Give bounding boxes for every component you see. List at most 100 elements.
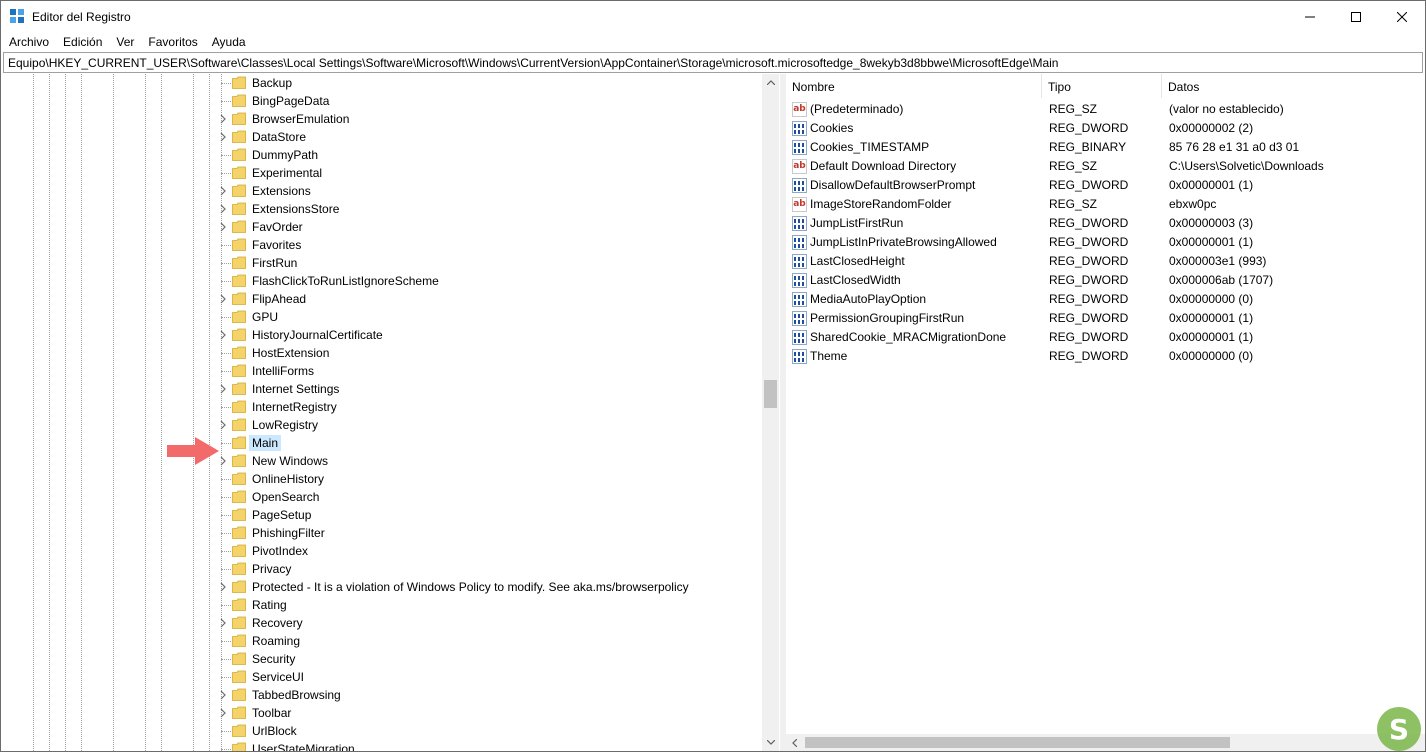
folder-icon (232, 508, 246, 521)
list-item[interactable]: Theme REG_DWORD 0x00000000 (0) (786, 347, 1425, 366)
tree-node[interactable]: ServiceUI (217, 668, 777, 686)
tree-node[interactable]: DummyPath (217, 146, 777, 164)
tree-node[interactable]: Toolbar (217, 704, 777, 722)
chevron-right-icon[interactable] (217, 383, 229, 395)
value-name: JumpListInPrivateBrowsingAllowed (810, 235, 997, 249)
tree-connector (221, 497, 231, 498)
chevron-right-icon[interactable] (217, 185, 229, 197)
chevron-right-icon[interactable] (217, 617, 229, 629)
tree-node[interactable]: HistoryJournalCertificate (217, 326, 777, 344)
folder-icon (232, 184, 246, 197)
list-item[interactable]: ab (Predeterminado) REG_SZ (valor no establ… (786, 100, 1425, 119)
menu-edicion[interactable]: Edición (56, 32, 109, 52)
list-item[interactable]: JumpListFirstRun REG_DWORD 0x00000003 (3) (786, 214, 1425, 233)
tree-node[interactable]: ExtensionsStore (217, 200, 777, 218)
tree-node[interactable]: TabbedBrowsing (217, 686, 777, 704)
chevron-right-icon[interactable] (217, 203, 229, 215)
tree-node[interactable]: UserStateMigration (217, 740, 777, 751)
tree-node[interactable]: DataStore (217, 128, 777, 146)
tree-node[interactable]: PageSetup (217, 506, 777, 524)
tree-node[interactable]: Privacy (217, 560, 777, 578)
list-item[interactable]: ab ImageStoreRandomFolder REG_SZ ebxw0pc (786, 195, 1425, 214)
tree-node[interactable]: Security (217, 650, 777, 668)
list-item[interactable]: Cookies_TIMESTAMP REG_BINARY 85 76 28 e1 3… (786, 138, 1425, 157)
tree-node[interactable]: Roaming (217, 632, 777, 650)
minimize-button[interactable] (1287, 1, 1333, 32)
tree-vertical-scrollbar[interactable] (762, 74, 779, 751)
list-horizontal-scrollbar[interactable] (786, 734, 1425, 751)
tree-node[interactable]: UrlBlock (217, 722, 777, 740)
close-button[interactable] (1379, 1, 1425, 32)
chevron-right-icon[interactable] (217, 707, 229, 719)
tree-node[interactable]: Experimental (217, 164, 777, 182)
tree-node[interactable]: Favorites (217, 236, 777, 254)
column-header-data[interactable]: Datos (1162, 74, 1425, 98)
tree-node[interactable]: HostExtension (217, 344, 777, 362)
tree-node[interactable]: InternetRegistry (217, 398, 777, 416)
menu-ver[interactable]: Ver (109, 32, 141, 52)
column-header-type[interactable]: Tipo (1042, 74, 1162, 98)
tree-guide-line (33, 74, 34, 751)
binary-value-icon (792, 254, 807, 269)
folder-icon (232, 94, 246, 107)
tree-node[interactable]: FlashClickToRunListIgnoreScheme (217, 272, 777, 290)
chevron-right-icon[interactable] (217, 329, 229, 341)
tree-node[interactable]: Backup (217, 74, 777, 92)
menu-favoritos[interactable]: Favoritos (141, 32, 204, 52)
value-data: 85 76 28 e1 31 a0 d3 01 (1169, 140, 1300, 154)
tree-node[interactable]: Recovery (217, 614, 777, 632)
column-header-name[interactable]: Nombre (786, 74, 1042, 98)
tree-node[interactable]: Extensions (217, 182, 777, 200)
scroll-thumb[interactable] (805, 737, 1230, 748)
tree-node[interactable]: FavOrder (217, 218, 777, 236)
tree-node[interactable]: FirstRun (217, 254, 777, 272)
tree-node[interactable]: PhishingFilter (217, 524, 777, 542)
list-item[interactable]: DisallowDefaultBrowserPrompt REG_DWORD 0x0… (786, 176, 1425, 195)
tree-node[interactable]: New Windows (217, 452, 777, 470)
tree-node[interactable]: BingPageData (217, 92, 777, 110)
menu-archivo[interactable]: Archivo (1, 32, 56, 52)
scroll-up-button[interactable] (762, 74, 779, 91)
values-list-pane[interactable]: Nombre Tipo Datos ab (Predeterminado) REG_… (786, 74, 1425, 751)
tree-node[interactable]: FlipAhead (217, 290, 777, 308)
chevron-right-icon[interactable] (217, 221, 229, 233)
tree-node[interactable]: LowRegistry (217, 416, 777, 434)
tree-node[interactable]: Protected - It is a violation of Windows… (217, 578, 777, 596)
list-item[interactable]: LastClosedHeight REG_DWORD 0x000003e1 (993… (786, 252, 1425, 271)
list-item[interactable]: MediaAutoPlayOption REG_DWORD 0x00000000 (… (786, 290, 1425, 309)
list-item[interactable]: ab Default Download Directory REG_SZ C:\Use… (786, 157, 1425, 176)
key-tree-pane[interactable]: Backup BingPageData BrowserEmulation DataSt… (3, 74, 780, 751)
tree-node[interactable]: GPU (217, 308, 777, 326)
binary-value-icon (792, 273, 807, 288)
tree-node[interactable]: OpenSearch (217, 488, 777, 506)
chevron-right-icon[interactable] (217, 581, 229, 593)
binary-value-icon (792, 121, 807, 136)
tree-node[interactable]: BrowserEmulation (217, 110, 777, 128)
list-item[interactable]: LastClosedWidth REG_DWORD 0x000006ab (1707… (786, 271, 1425, 290)
list-item[interactable]: Cookies REG_DWORD 0x00000002 (2) (786, 119, 1425, 138)
title-bar[interactable]: Editor del Registro (1, 1, 1425, 32)
tree-node[interactable]: OnlineHistory (217, 470, 777, 488)
list-item[interactable]: PermissionGroupingFirstRun REG_DWORD 0x000… (786, 309, 1425, 328)
menu-ayuda[interactable]: Ayuda (205, 32, 253, 52)
maximize-button[interactable] (1333, 1, 1379, 32)
chevron-right-icon[interactable] (217, 689, 229, 701)
scroll-thumb[interactable] (764, 380, 777, 408)
chevron-right-icon[interactable] (217, 293, 229, 305)
tree-node[interactable]: Rating (217, 596, 777, 614)
tree-node[interactable]: IntelliForms (217, 362, 777, 380)
list-item[interactable]: JumpListInPrivateBrowsingAllowed REG_DWOR… (786, 233, 1425, 252)
tree-node-label: Security (252, 652, 296, 666)
value-data: 0x00000001 (1) (1169, 330, 1254, 344)
address-bar[interactable]: Equipo\HKEY_CURRENT_USER\Software\Classe… (3, 52, 1423, 73)
scroll-left-button[interactable] (786, 734, 803, 751)
tree-node[interactable]: Main (217, 434, 777, 452)
chevron-right-icon[interactable] (217, 113, 229, 125)
tree-node[interactable]: Internet Settings (217, 380, 777, 398)
scroll-down-button[interactable] (762, 734, 779, 751)
tree-node[interactable]: PivotIndex (217, 542, 777, 560)
chevron-right-icon[interactable] (217, 419, 229, 431)
chevron-right-icon[interactable] (217, 131, 229, 143)
list-item[interactable]: SharedCookie_MRACMigrationDone REG_DWORD 0… (786, 328, 1425, 347)
tree-connector (221, 749, 231, 750)
